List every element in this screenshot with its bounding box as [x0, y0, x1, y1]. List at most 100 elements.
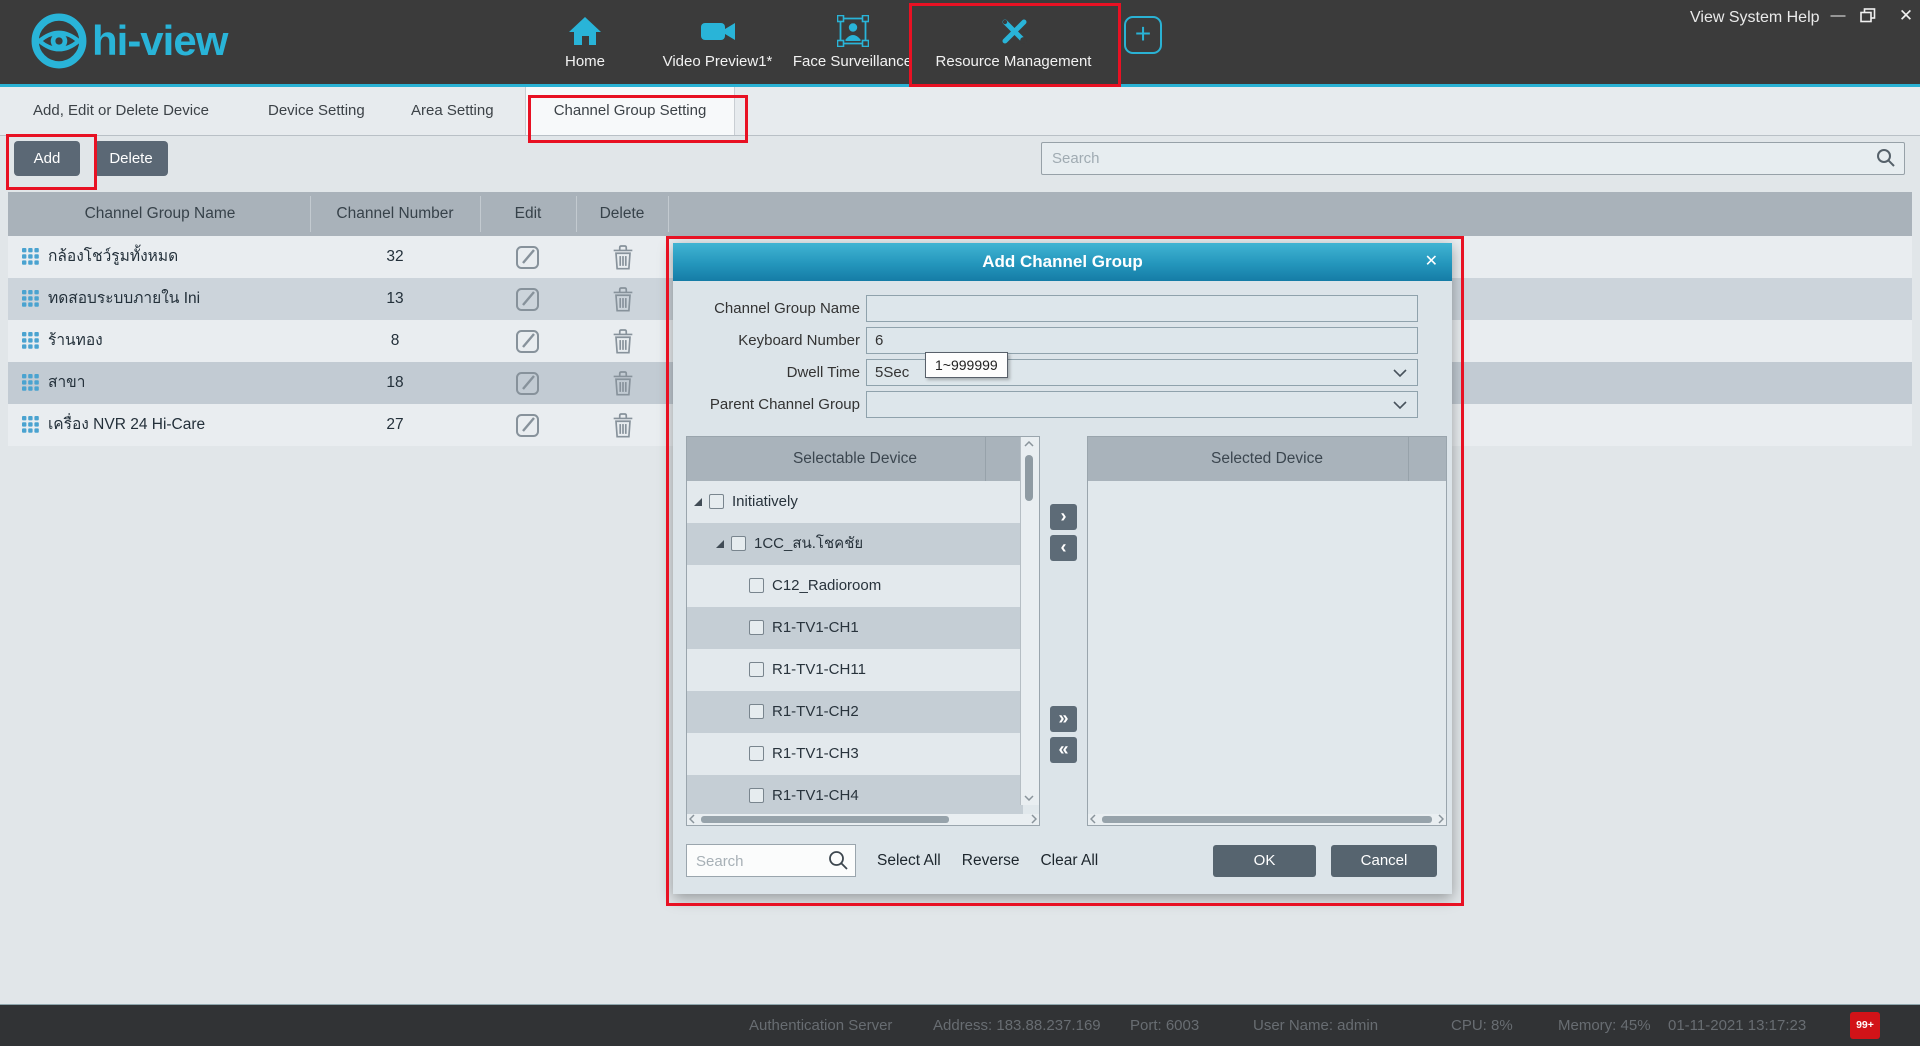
group-search-input[interactable]: [1050, 143, 1854, 174]
nav-label: Home: [545, 53, 625, 70]
checkbox[interactable]: [749, 704, 764, 719]
edit-icon[interactable]: [514, 369, 542, 397]
restore-icon[interactable]: [1860, 8, 1884, 32]
group-grid-icon: [22, 248, 39, 265]
add-channel-group-dialog: Add Channel Group ✕ Channel Group Name K…: [673, 243, 1452, 894]
brand-logo: hi-view: [30, 12, 227, 70]
column-delete: Delete: [600, 192, 645, 236]
tree-label: Initiatively: [732, 481, 798, 523]
search-icon[interactable]: [828, 850, 849, 871]
scroll-right-icon[interactable]: [1438, 814, 1444, 824]
checkbox[interactable]: [731, 536, 746, 551]
scroll-left-icon[interactable]: [689, 814, 695, 824]
tree-item-channel[interactable]: R1-TV1-CH2: [687, 691, 1023, 733]
channel-group-name-input[interactable]: [867, 296, 1417, 321]
tree-item-channel[interactable]: C12_Radioroom: [687, 565, 1023, 607]
tree-item-device-group[interactable]: 1CC_สน.โชคชัย: [687, 523, 1023, 565]
header-spacer-cell: [985, 437, 1023, 481]
checkbox[interactable]: [749, 746, 764, 761]
reverse-link[interactable]: Reverse: [962, 852, 1020, 870]
group-name: ทดสอบระบบภายใน Ini: [48, 278, 200, 320]
trash-icon[interactable]: [610, 369, 636, 397]
device-search-input[interactable]: [694, 845, 823, 878]
trash-icon[interactable]: [610, 411, 636, 439]
tree-item-channel[interactable]: R1-TV1-CH1: [687, 607, 1023, 649]
tree-label: R1-TV1-CH11: [772, 649, 866, 691]
clear-all-link[interactable]: Clear All: [1040, 852, 1098, 870]
logo-text: hi-view: [92, 17, 227, 65]
edit-icon[interactable]: [514, 327, 542, 355]
ok-button[interactable]: OK: [1213, 845, 1316, 877]
checkbox[interactable]: [709, 494, 724, 509]
tree-label: R1-TV1-CH4: [772, 775, 859, 817]
column-channel-group-name: Channel Group Name: [85, 192, 236, 236]
tree-item-channel[interactable]: R1-TV1-CH3: [687, 733, 1023, 775]
expand-arrow-icon[interactable]: [716, 540, 725, 549]
help-menu[interactable]: View System Help: [1690, 9, 1820, 27]
tree-label: C12_Radioroom: [772, 565, 881, 607]
scroll-left-icon[interactable]: [1090, 814, 1096, 824]
parent-channel-group-select[interactable]: [866, 391, 1418, 418]
scroll-down-icon[interactable]: [1024, 795, 1034, 801]
expand-arrow-icon[interactable]: [694, 498, 703, 507]
checkbox[interactable]: [749, 788, 764, 803]
checkbox[interactable]: [749, 662, 764, 677]
tab-device-setting[interactable]: Device Setting: [268, 87, 365, 135]
edit-icon[interactable]: [514, 285, 542, 313]
add-tab-button[interactable]: +: [1124, 16, 1162, 54]
edit-icon[interactable]: [514, 411, 542, 439]
nav-item-face-surveillance[interactable]: Face Surveillance: [770, 11, 935, 70]
scrollbar-thumb[interactable]: [1102, 816, 1432, 823]
trash-icon[interactable]: [610, 327, 636, 355]
cancel-button[interactable]: Cancel: [1331, 845, 1437, 877]
field-label-keyboard-number: Keyboard Number: [673, 327, 860, 354]
selection-links: Select All Reverse Clear All: [877, 844, 1098, 877]
move-all-left-button[interactable]: «: [1050, 737, 1077, 763]
horizontal-scrollbar[interactable]: [1088, 814, 1446, 825]
horizontal-scrollbar[interactable]: [687, 814, 1039, 825]
scrollbar-thumb[interactable]: [701, 816, 949, 823]
select-all-link[interactable]: Select All: [877, 852, 941, 870]
status-memory: Memory: 45%: [1558, 1005, 1651, 1046]
channel-count: 8: [310, 320, 480, 362]
scrollbar-thumb[interactable]: [1025, 455, 1033, 501]
chevron-down-icon: [1393, 401, 1407, 410]
tree-item-initiatively[interactable]: Initiatively: [687, 481, 1023, 523]
checkbox[interactable]: [749, 620, 764, 635]
vertical-scrollbar[interactable]: [1020, 437, 1039, 805]
move-all-right-button[interactable]: »: [1050, 706, 1077, 732]
checkbox[interactable]: [749, 578, 764, 593]
edit-icon[interactable]: [514, 243, 542, 271]
nav-item-resource-management[interactable]: Resource Management: [916, 11, 1111, 70]
delete-button[interactable]: Delete: [94, 141, 168, 176]
chevron-down-icon: [1393, 369, 1407, 378]
dwell-time-value: 5Sec: [867, 364, 909, 381]
minimize-icon[interactable]: —: [1826, 4, 1850, 28]
scroll-up-icon[interactable]: [1024, 441, 1034, 447]
keyboard-number-input[interactable]: [867, 328, 1417, 353]
move-right-button[interactable]: ›: [1050, 504, 1077, 530]
tab-add-edit-delete-device[interactable]: Add, Edit or Delete Device: [33, 87, 209, 135]
group-name: กล้องโชว์รูมทั้งหมด: [48, 236, 178, 278]
trash-icon[interactable]: [610, 243, 636, 271]
group-grid-icon: [22, 332, 39, 349]
search-icon[interactable]: [1876, 148, 1896, 168]
move-left-button[interactable]: ‹: [1050, 535, 1077, 561]
status-auth-server: Authentication Server: [749, 1005, 892, 1046]
settings-tabbar: Add, Edit or Delete Device Device Settin…: [0, 87, 1920, 136]
trash-icon[interactable]: [610, 285, 636, 313]
dialog-close-icon[interactable]: ✕: [1425, 243, 1438, 281]
scroll-right-icon[interactable]: [1031, 814, 1037, 824]
tree-item-channel[interactable]: R1-TV1-CH4: [687, 775, 1023, 817]
alarm-count-badge[interactable]: 99+: [1850, 1012, 1880, 1039]
close-icon[interactable]: ✕: [1894, 4, 1918, 28]
tree-item-channel[interactable]: R1-TV1-CH11: [687, 649, 1023, 691]
tab-channel-group-setting[interactable]: Channel Group Setting: [525, 87, 735, 135]
group-name: สาขา: [48, 362, 85, 404]
nav-item-home[interactable]: Home: [545, 11, 625, 70]
nav-label: Resource Management: [916, 53, 1111, 70]
selected-device-header: Selected Device: [1088, 437, 1446, 481]
add-button[interactable]: Add: [14, 141, 80, 176]
tab-area-setting[interactable]: Area Setting: [411, 87, 494, 135]
nav-label: Face Surveillance: [770, 53, 935, 70]
